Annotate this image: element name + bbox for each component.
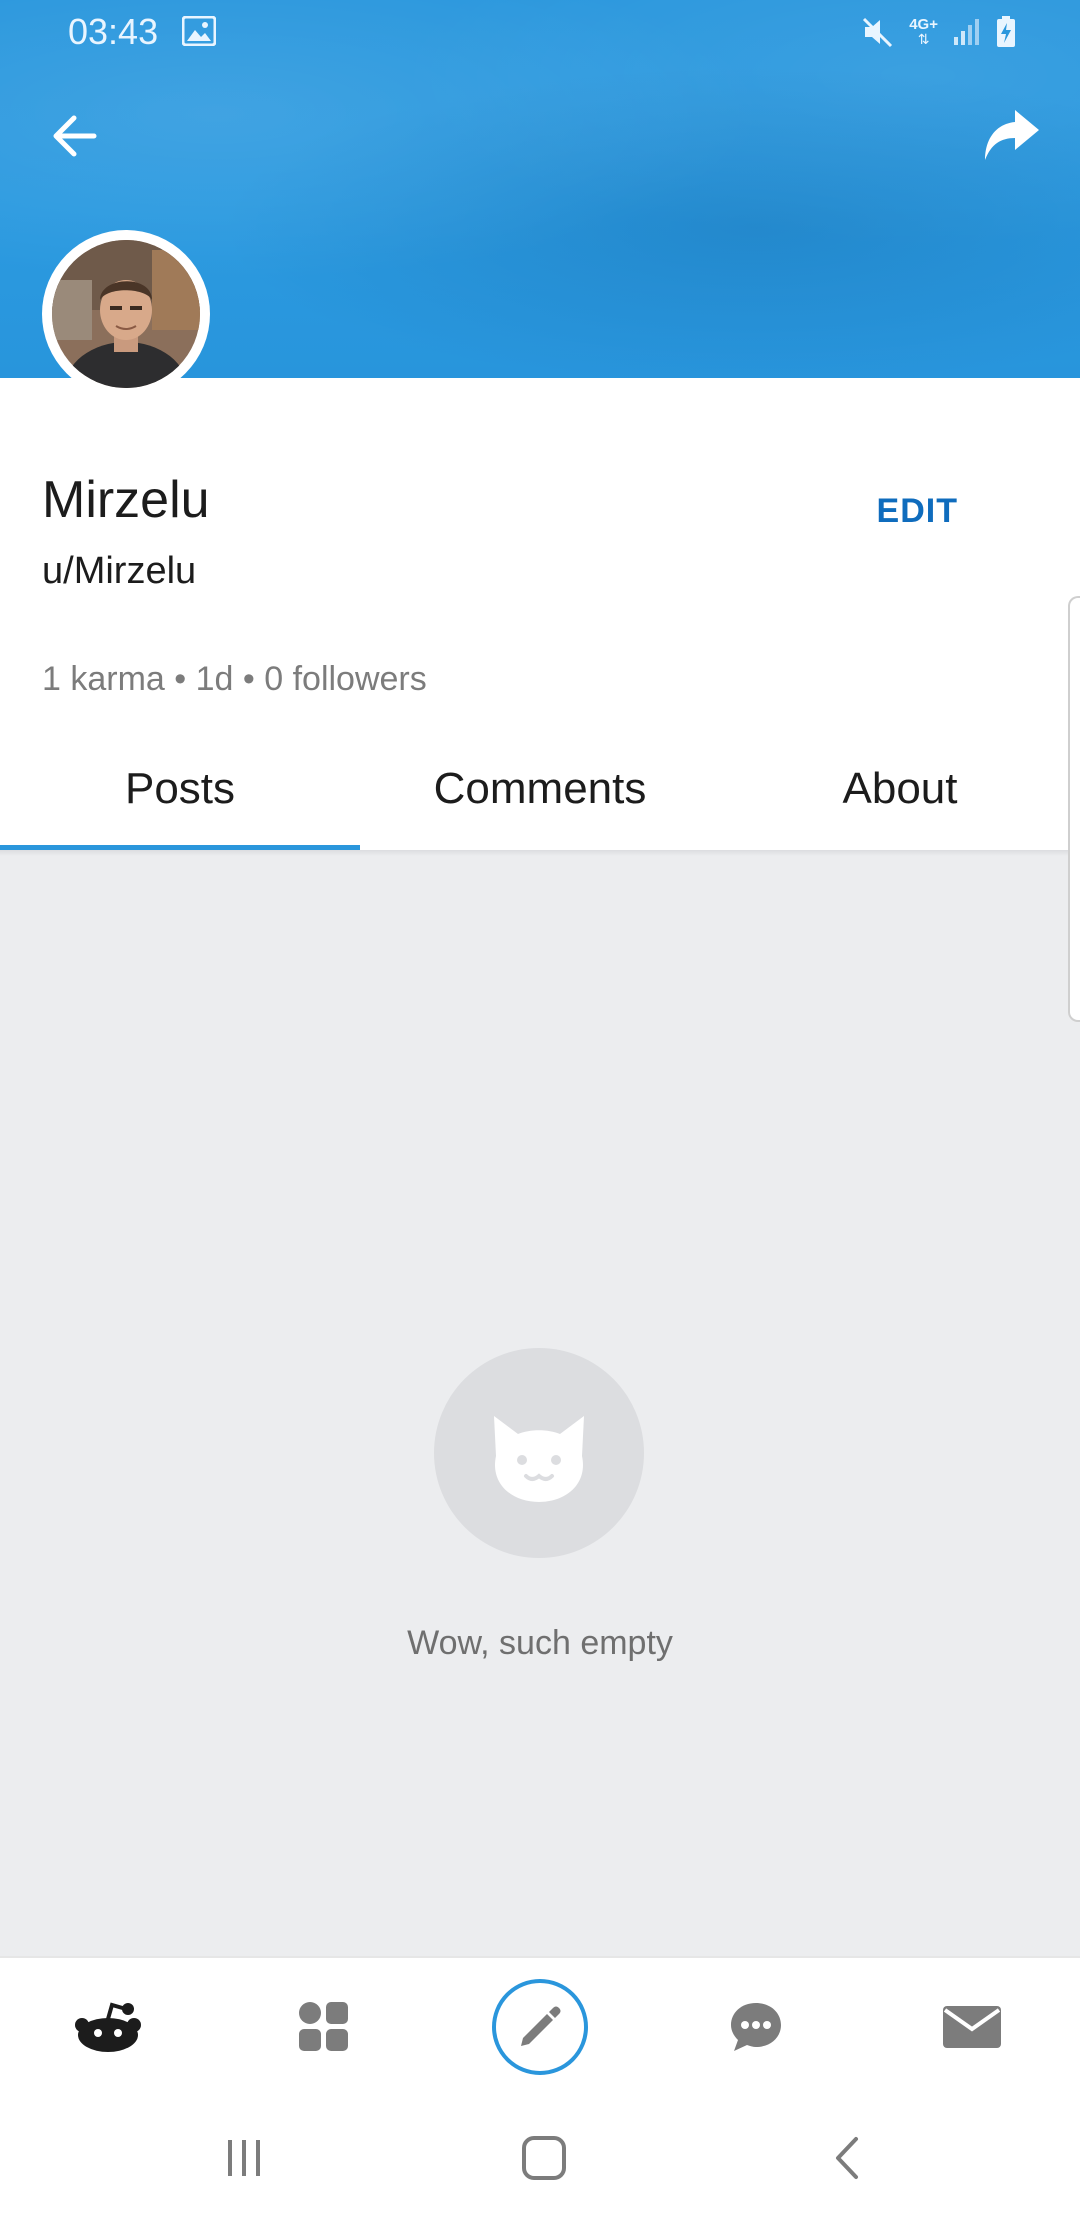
reddit-snoo-icon — [75, 2002, 141, 2052]
profile-tabs: Posts Comments About — [0, 728, 1080, 850]
nav-chat[interactable] — [648, 1958, 864, 2096]
tab-about[interactable]: About — [720, 728, 1080, 850]
avatar-photo — [52, 240, 200, 388]
tabs-divider — [0, 850, 1080, 856]
create-post-button[interactable] — [492, 1979, 588, 2075]
status-indicators: 4G+ ⇅ — [861, 12, 1016, 52]
status-time: 03:43 — [68, 11, 159, 52]
posts-feed: Wow, such empty — [0, 850, 1080, 1956]
empty-state-badge — [434, 1348, 644, 1558]
tab-posts[interactable]: Posts — [0, 728, 360, 850]
envelope-icon — [943, 2006, 1001, 2048]
mute-icon — [861, 16, 895, 48]
edge-panel-handle[interactable] — [1068, 596, 1080, 1022]
system-navigation-bar — [0, 2094, 1080, 2220]
cat-face-icon — [494, 1416, 584, 1502]
network-label: 4G+ ⇅ — [909, 16, 938, 47]
gallery-icon — [181, 15, 217, 47]
avatar[interactable] — [42, 230, 210, 398]
share-button[interactable] — [976, 102, 1046, 168]
arrow-left-icon — [53, 115, 97, 157]
tab-comments[interactable]: Comments — [360, 728, 720, 850]
nav-communities[interactable] — [216, 1958, 432, 2096]
chevron-left-icon — [836, 2137, 858, 2179]
empty-state-message: Wow, such empty — [407, 1624, 673, 1662]
network-type: 4G+ — [909, 16, 938, 33]
signal-icon — [952, 17, 982, 47]
home-button[interactable] — [514, 2130, 574, 2186]
nav-inbox[interactable] — [864, 1958, 1080, 2096]
profile-stats: 1 karma • 1d • 0 followers — [42, 660, 427, 698]
back-button[interactable] — [44, 108, 104, 164]
nav-home[interactable] — [0, 1958, 216, 2096]
system-back-button[interactable] — [818, 2130, 878, 2186]
username: u/Mirzelu — [42, 550, 197, 592]
battery-charging-icon — [996, 16, 1016, 48]
home-square-icon — [522, 2136, 566, 2180]
grid-shapes-icon — [299, 2002, 348, 2051]
pencil-icon — [521, 2006, 561, 2046]
recent-apps-icon — [228, 2140, 260, 2176]
display-name: Mirzelu — [42, 471, 210, 529]
recent-apps-button[interactable] — [214, 2130, 274, 2186]
chat-bubble-icon — [731, 2003, 781, 2051]
nav-create[interactable] — [432, 1958, 648, 2096]
share-arrow-icon — [985, 110, 1039, 160]
bottom-navigation — [0, 1956, 1080, 2094]
edit-button[interactable]: EDIT — [877, 492, 958, 531]
